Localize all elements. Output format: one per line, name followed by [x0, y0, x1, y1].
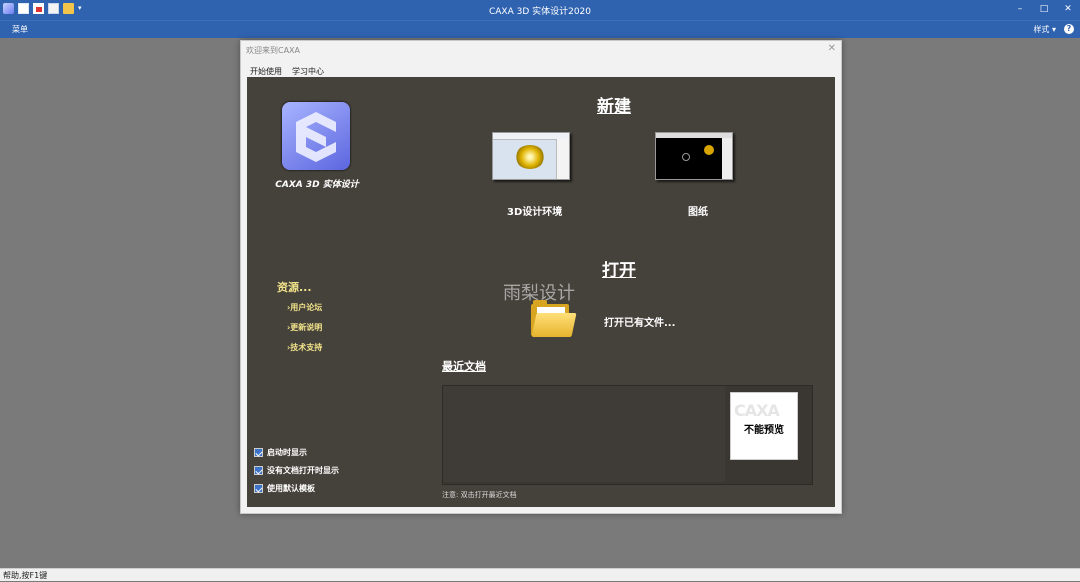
close-button[interactable]: ✕: [1056, 0, 1080, 20]
welcome-dialog: 欢迎来到CAXA ✕ 开始使用 学习中心 CAXA 3D 实体设计 资源... …: [240, 40, 842, 514]
window-controls: – □ ✕: [1008, 0, 1080, 20]
resources-title: 资源...: [277, 281, 312, 294]
checkbox[interactable]: [254, 448, 263, 457]
open-existing-file-link[interactable]: 打开已有文件...: [604, 314, 675, 329]
title-bar: ▾ CAXA 3D 实体设计2020 – □ ✕: [0, 0, 1080, 20]
preview-watermark: CAXA: [734, 401, 780, 420]
checkbox[interactable]: [254, 466, 263, 475]
resources-list: ›用户论坛 ›更新说明 ›技术支持: [287, 302, 322, 362]
thumb-sidebar: [722, 138, 732, 179]
new-section-title: 新建: [597, 97, 631, 117]
welcome-panel: CAXA 3D 实体设计 资源... ›用户论坛 ›更新说明 ›技术支持 启动时…: [247, 77, 835, 507]
option-use-default-template[interactable]: 使用默认模板: [254, 483, 339, 494]
no-preview-text: 不能预览: [744, 425, 784, 436]
minimize-button[interactable]: –: [1008, 0, 1032, 20]
link-release-notes[interactable]: ›更新说明: [287, 322, 322, 333]
dialog-title: 欢迎来到CAXA: [246, 46, 301, 55]
open-folder-icon[interactable]: [531, 300, 577, 338]
recent-doc-preview: CAXA 不能预览: [730, 392, 798, 460]
circle-icon: [682, 153, 690, 161]
caxa-logo-icon: [282, 102, 350, 170]
link-tech-support[interactable]: ›技术支持: [287, 342, 322, 353]
new-drawing-thumbnail[interactable]: [655, 132, 733, 180]
checkbox[interactable]: [254, 484, 263, 493]
checkbox-label: 没有文档打开时显示: [267, 466, 339, 475]
option-show-on-start[interactable]: 启动时显示: [254, 447, 339, 458]
maximize-button[interactable]: □: [1032, 0, 1056, 20]
checkbox-label: 使用默认模板: [267, 484, 315, 493]
open-section-title: 打开: [602, 261, 636, 281]
ribbon-bar: 菜单 样式 ▾ ?: [0, 20, 1080, 38]
recent-docs-list[interactable]: [443, 386, 725, 482]
help-icon[interactable]: ?: [1064, 24, 1074, 34]
style-label: 样式: [1033, 25, 1050, 34]
recent-docs-note: 注意: 双击打开最近文档: [442, 491, 517, 499]
recent-docs-box: CAXA 不能预览: [442, 385, 813, 485]
recent-docs-title: 最近文档: [442, 360, 486, 373]
gear-icon: [515, 145, 545, 169]
status-bar: 帮助,按F1键: [0, 568, 1080, 581]
menu-button[interactable]: 菜单: [12, 24, 28, 35]
thumb-sidebar: [556, 139, 569, 179]
window-title: CAXA 3D 实体设计2020: [488, 7, 592, 17]
startup-options: 启动时显示 没有文档打开时显示 使用默认模板: [254, 447, 339, 501]
dialog-close-icon[interactable]: ✕: [828, 43, 836, 54]
gear-icon: [704, 145, 714, 155]
style-dropdown[interactable]: 样式 ▾: [1033, 24, 1056, 35]
checkbox-label: 启动时显示: [267, 448, 307, 457]
option-show-when-no-doc[interactable]: 没有文档打开时显示: [254, 465, 339, 476]
thumb-toolbar: [656, 133, 732, 138]
product-name: CAXA 3D 实体设计: [275, 180, 359, 190]
link-user-forum[interactable]: ›用户论坛: [287, 302, 322, 313]
new-drawing-label[interactable]: 图纸: [688, 203, 708, 218]
new-3d-design-thumbnail[interactable]: [492, 132, 570, 180]
new-3d-design-label[interactable]: 3D设计环境: [507, 203, 562, 218]
chevron-down-icon: ▾: [1051, 25, 1056, 34]
